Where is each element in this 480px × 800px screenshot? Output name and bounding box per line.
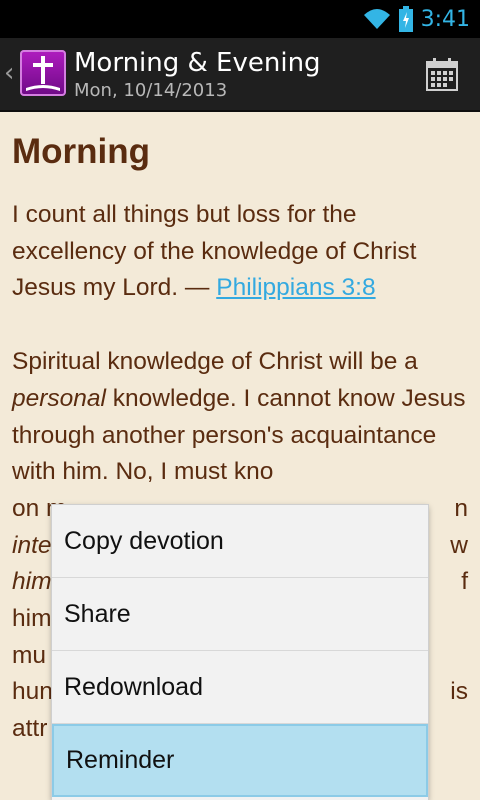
overflow-popup-menu: Copy devotion Share Redownload Reminder (52, 505, 428, 800)
calendar-button[interactable] (424, 57, 460, 93)
action-bar: ‹ Morning & Evening Mon, 10/14/2013 (0, 38, 480, 112)
status-clock: 3:41 (420, 6, 470, 32)
up-navigation-icon[interactable]: ‹ (4, 56, 14, 90)
body-fragment-n: is (450, 678, 468, 706)
body-fragment-m: f (461, 568, 468, 596)
battery-icon (398, 6, 413, 32)
devotion-heading: Morning (12, 132, 151, 171)
verse-paragraph: I count all things but loss for the exce… (12, 197, 468, 307)
body-fragment-j: attr (12, 715, 48, 743)
status-bar: 3:41 (0, 0, 480, 38)
calendar-icon (426, 58, 458, 91)
app-title: Morning & Evening (74, 48, 321, 78)
app-logo-cross-icon[interactable] (20, 50, 66, 96)
menu-item-copy-devotion[interactable]: Copy devotion (52, 505, 428, 578)
date-subtitle: Mon, 10/14/2013 (74, 80, 228, 101)
body-fragment-l: w (450, 531, 468, 559)
status-icons: 3:41 (363, 4, 470, 34)
body-emphasis-personal: personal (12, 384, 106, 412)
menu-item-reminder[interactable]: Reminder (52, 724, 428, 797)
body-fragment-i: hun (12, 678, 53, 706)
body-fragment-k: n (454, 494, 468, 522)
body-fragment-g: him (12, 605, 52, 633)
body-fragment-h: mu (12, 641, 47, 669)
menu-item-share[interactable]: Share (52, 578, 428, 651)
body-fragment-f: him (12, 568, 52, 596)
wifi-icon (363, 9, 390, 29)
verse-reference-link[interactable]: Philippians 3:8 (216, 274, 375, 301)
body-text-a: Spiritual knowledge of Christ will be a (12, 348, 418, 376)
body-fragment-e: inte (12, 531, 52, 559)
menu-item-redownload[interactable]: Redownload (52, 651, 428, 724)
